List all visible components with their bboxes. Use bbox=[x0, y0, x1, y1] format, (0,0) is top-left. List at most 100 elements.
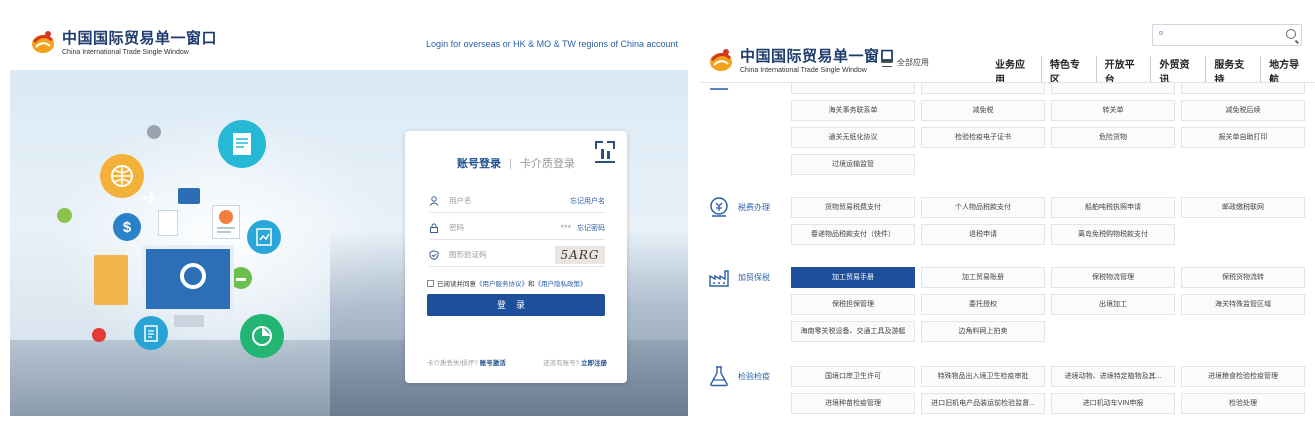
account-activate-link[interactable]: 账号激活 bbox=[480, 360, 506, 367]
search-input[interactable] bbox=[1152, 24, 1302, 46]
app-tile[interactable]: 出境加工 bbox=[1051, 294, 1175, 315]
app-tile[interactable]: 退税申请 bbox=[921, 224, 1045, 245]
logo-emblem-icon bbox=[708, 46, 734, 74]
login-card: 账号登录 | 卡介质登录 用户名 忘记用户名 密码 *** 忘记密码 图形验证码… bbox=[405, 131, 627, 383]
app-tile[interactable]: 海关事务联系单 bbox=[791, 100, 915, 121]
app-tile[interactable]: 进境种苗检疫管理 bbox=[791, 393, 915, 414]
business-apps-page: 中国国际贸易单一窗口 China International Trade Sin… bbox=[700, 0, 1315, 426]
captcha-field[interactable]: 图形验证码 5ARG bbox=[429, 243, 605, 267]
app-tile[interactable] bbox=[1051, 82, 1175, 94]
app-tile[interactable]: 加工贸易账册 bbox=[921, 267, 1045, 288]
chart-document-icon bbox=[212, 205, 240, 239]
password-visibility-icon[interactable]: *** bbox=[560, 223, 571, 233]
username-field[interactable]: 用户名 忘记用户名 bbox=[429, 189, 605, 213]
login-card-footer: 卡介质丢失/损坏? 账号激活 还没有账号? 立即注册 bbox=[427, 357, 607, 367]
logo-title-cn: 中国国际贸易单一窗口 bbox=[740, 47, 896, 65]
section-title: 加贸保税 bbox=[738, 272, 770, 282]
tab-card-login[interactable]: 卡介质登录 bbox=[520, 158, 575, 170]
app-tile-selected[interactable]: 加工贸易手册 bbox=[791, 267, 915, 288]
flask-icon bbox=[708, 365, 730, 387]
app-tile[interactable]: 离岛免税购物税款支付 bbox=[1051, 224, 1175, 245]
clipboard-circle-icon bbox=[134, 316, 168, 350]
app-tile[interactable]: 检验处理 bbox=[1181, 393, 1305, 414]
dot-green-icon bbox=[57, 208, 72, 223]
logo-title-en: China International Trade Single Window bbox=[740, 67, 867, 74]
app-tile[interactable]: 国境口岸卫生许可 bbox=[791, 366, 915, 387]
app-tile[interactable]: 减免税 bbox=[921, 100, 1045, 121]
app-tile[interactable]: 减免税后续 bbox=[1181, 100, 1305, 121]
shield-check-icon bbox=[429, 249, 439, 260]
app-tile[interactable]: 邮政缴税联网 bbox=[1181, 197, 1305, 218]
screenshot-root: 中国国际贸易单一窗口 China International Trade Sin… bbox=[0, 0, 1315, 426]
app-tile[interactable]: 进境动物、进境特定植物及其... bbox=[1051, 366, 1175, 387]
app-tile[interactable]: 个人物品税款支付 bbox=[921, 197, 1045, 218]
app-tile[interactable]: 边角料网上拍卖 bbox=[921, 321, 1045, 342]
logo-title-cn: 中国国际贸易单一窗口 bbox=[62, 29, 218, 47]
app-tile[interactable]: 保税货物流转 bbox=[1181, 267, 1305, 288]
site-logo[interactable]: 中国国际贸易单一窗口 China International Trade Sin… bbox=[30, 27, 217, 56]
airplane-icon: ✈ bbox=[142, 187, 160, 210]
logo-emblem-icon bbox=[30, 28, 56, 56]
hero-banner: $ ✈ ▬ 账号登录 | 卡介质登录 用户名 忘记用户名 密码 *** 忘记密码… bbox=[10, 70, 688, 416]
app-tile[interactable]: 委托授权 bbox=[921, 294, 1045, 315]
agree-prefix: 已阅读并同意 bbox=[437, 281, 476, 288]
captcha-image[interactable]: 5ARG bbox=[555, 245, 605, 264]
app-tile[interactable]: 保税担保管理 bbox=[791, 294, 915, 315]
terms-link[interactable]: 《用户服务协议》 bbox=[476, 278, 528, 288]
agree-checkbox[interactable] bbox=[427, 279, 434, 287]
username-placeholder: 用户名 bbox=[449, 196, 472, 205]
building-icon bbox=[94, 255, 128, 305]
no-account-text: 还没有账号? bbox=[543, 360, 580, 367]
app-tile[interactable]: 船舶吨税执照申请 bbox=[1051, 197, 1175, 218]
captcha-placeholder: 图形验证码 bbox=[449, 250, 487, 259]
app-tile[interactable]: 海关特殊监管区域 bbox=[1181, 294, 1305, 315]
user-icon bbox=[429, 195, 439, 206]
app-tile[interactable]: 危险货物 bbox=[1051, 127, 1175, 148]
section-customs-grid: 海关事务联系单 减免税 转关单 减免税后续 通关无纸化协议 检验检疫电子证书 危… bbox=[791, 82, 1305, 175]
monitor-search-icon bbox=[142, 245, 234, 327]
app-tile[interactable]: 进口机动车VIN申报 bbox=[1051, 393, 1175, 414]
overseas-login-link[interactable]: Login for overseas or HK & MO & TW regio… bbox=[426, 39, 678, 49]
site-logo-right[interactable]: 中国国际贸易单一窗口 China International Trade Sin… bbox=[708, 45, 895, 74]
app-tile[interactable]: 保税物流管理 bbox=[1051, 267, 1175, 288]
app-tile[interactable]: 进境粮食检验检疫管理 bbox=[1181, 366, 1305, 387]
forgot-password-link[interactable]: 忘记密码 bbox=[577, 223, 605, 233]
app-tile[interactable]: 海南零关税设备、交通工具及游艇 bbox=[791, 321, 915, 342]
app-tile[interactable]: 过境运输监管 bbox=[791, 154, 915, 175]
app-tile[interactable] bbox=[791, 82, 915, 94]
app-tile[interactable]: 转关单 bbox=[1051, 100, 1175, 121]
app-tile[interactable]: 通关无纸化协议 bbox=[791, 127, 915, 148]
search-icon[interactable] bbox=[1286, 29, 1296, 39]
app-tile[interactable]: 特殊物品出入境卫生检疫审批 bbox=[921, 366, 1045, 387]
pie-chart-icon bbox=[240, 314, 284, 358]
tab-account-login[interactable]: 账号登录 bbox=[457, 158, 501, 170]
app-tile[interactable]: 检验检疫电子证书 bbox=[921, 127, 1045, 148]
document-icon bbox=[218, 120, 266, 168]
app-tile[interactable]: 货物贸易税费支付 bbox=[791, 197, 915, 218]
register-link[interactable]: 立即注册 bbox=[581, 360, 607, 367]
app-tile[interactable]: 报关单自助打印 bbox=[1181, 127, 1305, 148]
forgot-username-link[interactable]: 忘记用户名 bbox=[570, 196, 605, 206]
app-tile[interactable] bbox=[921, 82, 1045, 94]
app-tile[interactable] bbox=[1181, 82, 1305, 94]
menu-icon bbox=[882, 58, 892, 67]
all-apps-label: 全部应用 bbox=[897, 58, 929, 67]
tax-icon bbox=[708, 196, 730, 218]
lock-icon bbox=[429, 223, 439, 233]
app-tile[interactable]: 春递物品税款支付（快件） bbox=[791, 224, 915, 245]
section-bonded-grid: 加工贸易手册 加工贸易账册 保税物流管理 保税货物流转 保税担保管理 委托授权 … bbox=[791, 267, 1305, 342]
section-inspection-grid: 国境口岸卫生许可 特殊物品出入境卫生检疫审批 进境动物、进境特定植物及其... … bbox=[791, 366, 1305, 414]
section-tax-grid: 货物贸易税费支付 个人物品税款支付 船舶吨税执照申请 邮政缴税联网 春递物品税款… bbox=[791, 197, 1305, 245]
globe-icon bbox=[100, 154, 144, 198]
agreement-row: 已阅读并同意 《用户服务协议》 和 《用户隐私政策》 bbox=[427, 278, 587, 288]
login-button[interactable]: 登录 bbox=[427, 294, 605, 316]
all-apps-button[interactable]: 全部应用 bbox=[882, 57, 929, 68]
login-page: 中国国际贸易单一窗口 China International Trade Sin… bbox=[0, 0, 690, 426]
password-placeholder: 密码 bbox=[449, 223, 464, 232]
password-field[interactable]: 密码 *** 忘记密码 bbox=[429, 216, 605, 240]
dot-red-icon bbox=[92, 328, 106, 342]
clipboard-icon bbox=[708, 83, 730, 91]
app-tile[interactable]: 进口旧机电产品装运前检验监督... bbox=[921, 393, 1045, 414]
privacy-link[interactable]: 《用户隐私政策》 bbox=[535, 278, 587, 288]
login-header: 中国国际贸易单一窗口 China International Trade Sin… bbox=[0, 0, 690, 68]
